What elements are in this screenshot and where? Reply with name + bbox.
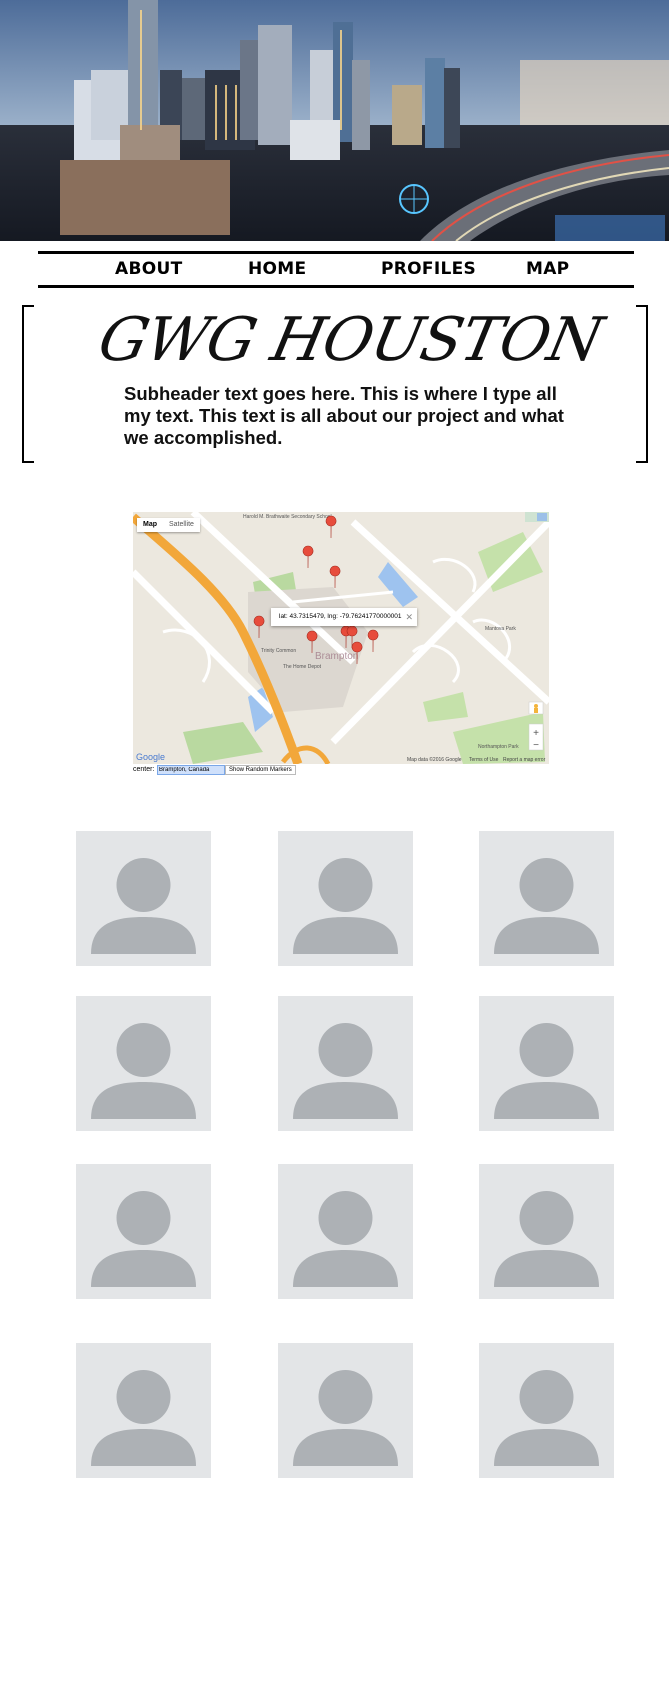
map-report-error-link[interactable]: Report a map error — [503, 757, 545, 763]
infowindow-coordinates: lat: 43.7315479, lng: -79.76241770000001 — [279, 613, 402, 620]
person-placeholder-icon — [293, 1023, 398, 1119]
profile-card[interactable] — [76, 996, 211, 1131]
map-controls-row: center: Show Random Markers — [133, 765, 433, 777]
profile-card[interactable] — [76, 1164, 211, 1299]
profile-card[interactable] — [479, 996, 614, 1131]
center-input[interactable] — [157, 765, 225, 775]
map-footer: Map data ©2016 Google Terms of Use Repor… — [133, 756, 549, 764]
nav-item-home[interactable]: HOME — [248, 259, 306, 279]
map-data-credit: Map data ©2016 Google — [407, 757, 462, 763]
nav-item-about[interactable]: ABOUT — [115, 259, 182, 279]
zoom-out-icon[interactable]: − — [533, 740, 539, 751]
map-label-school: Harold M. Brathwaite Secondary School — [243, 514, 332, 520]
page-subheader: Subheader text goes here. This is where … — [124, 383, 564, 448]
profile-card[interactable] — [278, 1343, 413, 1478]
profile-card[interactable] — [479, 831, 614, 966]
profile-card[interactable] — [278, 996, 413, 1131]
profile-card[interactable] — [278, 831, 413, 966]
person-placeholder-icon — [91, 1370, 196, 1466]
person-placeholder-icon — [293, 858, 398, 954]
map-type-toggle: Map Satellite — [137, 518, 200, 532]
hero-skyline-image — [0, 0, 669, 241]
map-label-home-depot: The Home Depot — [283, 664, 322, 670]
zoom-in-icon[interactable]: + — [533, 728, 539, 739]
main-nav: ABOUT HOME PROFILES MAP — [38, 251, 634, 288]
person-placeholder-icon — [91, 1191, 196, 1287]
nav-item-map[interactable]: MAP — [526, 259, 569, 279]
person-placeholder-icon — [91, 1023, 196, 1119]
person-placeholder-icon — [494, 1191, 599, 1287]
person-placeholder-icon — [494, 858, 599, 954]
map-label-mantova-park: Mantova Park — [485, 626, 516, 632]
show-random-markers-button[interactable]: Show Random Markers — [225, 765, 296, 775]
center-label: center: — [133, 766, 155, 773]
map-tiles[interactable]: Harold M. Brathwaite Secondary School Tr… — [133, 512, 549, 764]
map-label-trinity-common: Trinity Common — [261, 648, 296, 654]
nav-item-profiles[interactable]: PROFILES — [381, 259, 476, 279]
page-title: GWG HOUSTON — [92, 305, 608, 375]
left-bracket-decoration — [22, 305, 34, 463]
infowindow-close-icon[interactable]: ✕ — [405, 608, 413, 626]
map-terms-link[interactable]: Terms of Use — [469, 757, 498, 763]
map-type-map-button[interactable]: Map — [137, 518, 163, 532]
profile-card[interactable] — [278, 1164, 413, 1299]
person-placeholder-icon — [293, 1191, 398, 1287]
person-placeholder-icon — [91, 858, 196, 954]
map-type-satellite-button[interactable]: Satellite — [163, 518, 200, 532]
right-bracket-decoration — [636, 305, 648, 463]
person-placeholder-icon — [494, 1370, 599, 1466]
person-placeholder-icon — [293, 1370, 398, 1466]
map-widget[interactable]: Harold M. Brathwaite Secondary School Tr… — [133, 512, 549, 764]
map-label-brampton: Brampton — [315, 651, 358, 662]
map-infowindow: lat: 43.7315479, lng: -79.76241770000001… — [271, 608, 417, 626]
profile-card[interactable] — [479, 1164, 614, 1299]
person-placeholder-icon — [494, 1023, 599, 1119]
profile-card[interactable] — [76, 831, 211, 966]
profile-card[interactable] — [479, 1343, 614, 1478]
map-label-northampton-park: Northampton Park — [478, 744, 519, 750]
profile-card[interactable] — [76, 1343, 211, 1478]
